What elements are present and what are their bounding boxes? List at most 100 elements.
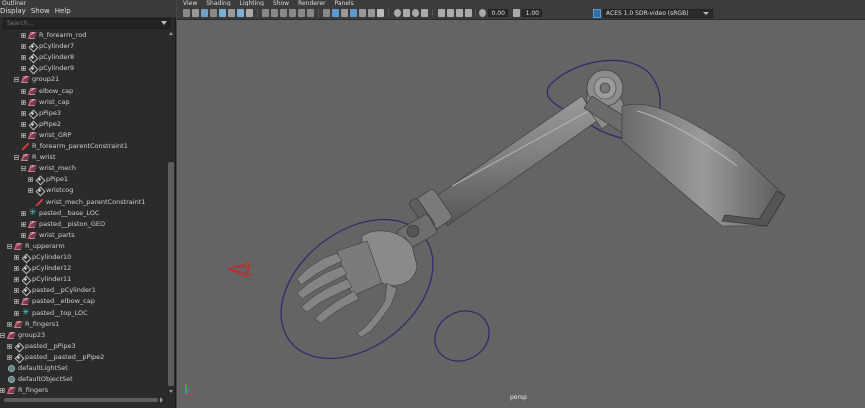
expand-plus-icon[interactable] (28, 188, 33, 194)
wireframe-icon[interactable] (323, 9, 330, 17)
expand-plus-icon[interactable] (21, 44, 26, 50)
outliner-menu-help[interactable]: Help (55, 6, 76, 17)
directional-light-icon[interactable] (227, 262, 254, 278)
smooth-shade-icon[interactable] (332, 9, 339, 17)
upperarm-mesh[interactable] (621, 103, 786, 227)
finger-control-curve[interactable] (426, 301, 498, 371)
collapse-minus-icon[interactable] (7, 243, 12, 249)
expand-plus-icon[interactable] (7, 354, 12, 360)
scroll-up-arrow-icon[interactable] (169, 32, 173, 35)
expand-plus-icon[interactable] (14, 255, 19, 260)
expand-plus-icon[interactable] (21, 232, 26, 238)
outliner-item[interactable]: wrist_GRP (0, 130, 166, 141)
outliner-item[interactable]: R_forearm_rod (0, 30, 166, 41)
expand-plus-icon[interactable] (21, 33, 26, 38)
image-plane-icon[interactable] (210, 9, 217, 17)
camera-attributes-icon[interactable] (192, 9, 199, 17)
collapse-minus-icon[interactable] (21, 166, 26, 172)
expand-plus-icon[interactable] (14, 266, 19, 272)
outliner-item[interactable]: ✳ pasted__base_LOC (0, 208, 166, 219)
outliner-item[interactable]: wrist_parts (0, 230, 166, 241)
outliner-item[interactable]: wrist_mech_parentConstraint1 (0, 197, 166, 208)
outliner-item[interactable]: R_forearm_parentConstraint1 (0, 141, 166, 152)
gate-mask-icon[interactable] (280, 9, 287, 17)
collapse-minus-icon[interactable] (14, 77, 19, 83)
outliner-item[interactable]: wristcog (0, 185, 166, 196)
safe-action-icon[interactable] (298, 9, 305, 17)
outliner-item[interactable]: pCylinder10 (0, 252, 166, 263)
outliner-item[interactable]: pCylinder9 (0, 63, 166, 74)
exposure-field[interactable]: 0.00 (488, 9, 508, 17)
expand-plus-icon[interactable] (21, 132, 26, 138)
outliner-item[interactable]: defaultObjectSet (0, 374, 166, 385)
viewport-scene[interactable] (177, 21, 865, 408)
outliner-item[interactable]: pPipe1 (0, 174, 166, 185)
multisample-aa-icon[interactable] (412, 9, 419, 17)
wireframe-on-shaded-icon[interactable] (341, 9, 348, 17)
outliner-menu-show[interactable]: Show (31, 6, 55, 17)
film-gate-icon[interactable] (262, 9, 269, 17)
outliner-item[interactable]: elbow_cap (0, 86, 166, 97)
expand-plus-icon[interactable] (21, 110, 26, 116)
outliner-item[interactable]: R_wrist (0, 152, 166, 163)
outliner-item[interactable]: pasted__pPipe3 (0, 341, 166, 352)
outliner-item[interactable]: R_fingers (0, 385, 166, 396)
expand-plus-icon[interactable] (21, 221, 26, 227)
expand-plus-icon[interactable] (21, 88, 26, 94)
outliner-horizontal-scrollbar[interactable] (0, 397, 166, 403)
outliner-search-field[interactable] (3, 18, 170, 29)
textured-icon[interactable] (350, 9, 357, 17)
outliner-item[interactable]: pasted__pasted__pPipe2 (0, 352, 166, 363)
outliner-search-input[interactable] (4, 19, 154, 28)
bookmarks-icon[interactable] (201, 9, 208, 17)
expand-plus-icon[interactable] (21, 66, 26, 72)
outliner-item[interactable]: pPipe2 (0, 119, 166, 130)
expand-plus-icon[interactable] (21, 121, 26, 127)
perspective-viewport[interactable]: View Shading Lighting Show Renderer Pane… (177, 0, 865, 408)
outliner-item[interactable]: wrist_mech (0, 163, 166, 174)
outliner-item[interactable]: pPipe3 (0, 108, 166, 119)
outliner-item[interactable]: defaultLightSet (0, 363, 166, 374)
chevron-down-icon[interactable] (703, 12, 709, 15)
collapse-minus-icon[interactable] (14, 155, 19, 161)
expand-plus-icon[interactable] (21, 210, 26, 216)
outliner-item[interactable]: pCylinder8 (0, 52, 166, 63)
grid-icon[interactable] (246, 9, 253, 17)
expand-plus-icon[interactable] (21, 99, 26, 105)
shadows-icon[interactable] (368, 9, 375, 17)
outliner-item[interactable]: group21 (0, 74, 166, 85)
color-management-toggle-icon[interactable] (593, 9, 601, 18)
expand-plus-icon[interactable] (7, 343, 12, 349)
gamma-field[interactable]: 1.00 (522, 9, 542, 17)
expand-plus-icon[interactable] (7, 321, 12, 327)
expand-plus-icon[interactable] (14, 310, 19, 316)
select-camera-icon[interactable] (183, 9, 190, 17)
2d-pan-zoom-icon[interactable] (219, 9, 226, 17)
scroll-down-arrow-icon[interactable] (169, 390, 173, 393)
safe-title-icon[interactable] (307, 9, 314, 17)
camera-lock-icon[interactable] (237, 9, 244, 17)
xray-active-components-icon[interactable] (456, 9, 463, 17)
outliner-item[interactable]: pasted__piston_GEO (0, 219, 166, 230)
expand-plus-icon[interactable] (0, 388, 5, 394)
outliner-item[interactable]: pCylinder11 (0, 274, 166, 285)
outliner-menu-display[interactable]: Display (0, 6, 31, 17)
field-chart-icon[interactable] (289, 9, 296, 17)
use-all-lights-icon[interactable] (359, 9, 366, 17)
hand-mesh[interactable] (296, 230, 418, 338)
grease-pencil-icon[interactable] (228, 9, 235, 17)
outliner-vertical-scrollbar[interactable] (167, 30, 175, 396)
screen-space-ao-icon[interactable] (394, 9, 401, 17)
expand-plus-icon[interactable] (14, 277, 19, 283)
resolution-gate-icon[interactable] (271, 9, 278, 17)
depth-of-field-icon[interactable] (421, 9, 428, 17)
exposure-aperture-icon[interactable] (479, 9, 486, 17)
outliner-item[interactable]: group23 (0, 330, 166, 341)
horizontal-scrollbar-thumb[interactable] (4, 398, 158, 402)
outliner-item[interactable]: wrist_cap (0, 97, 166, 108)
expand-plus-icon[interactable] (21, 55, 26, 61)
scroll-right-arrow-icon[interactable] (160, 397, 163, 403)
xray-joints-icon[interactable] (465, 9, 472, 17)
xray-icon[interactable] (447, 9, 454, 17)
scrollbar-thumb[interactable] (168, 162, 174, 386)
